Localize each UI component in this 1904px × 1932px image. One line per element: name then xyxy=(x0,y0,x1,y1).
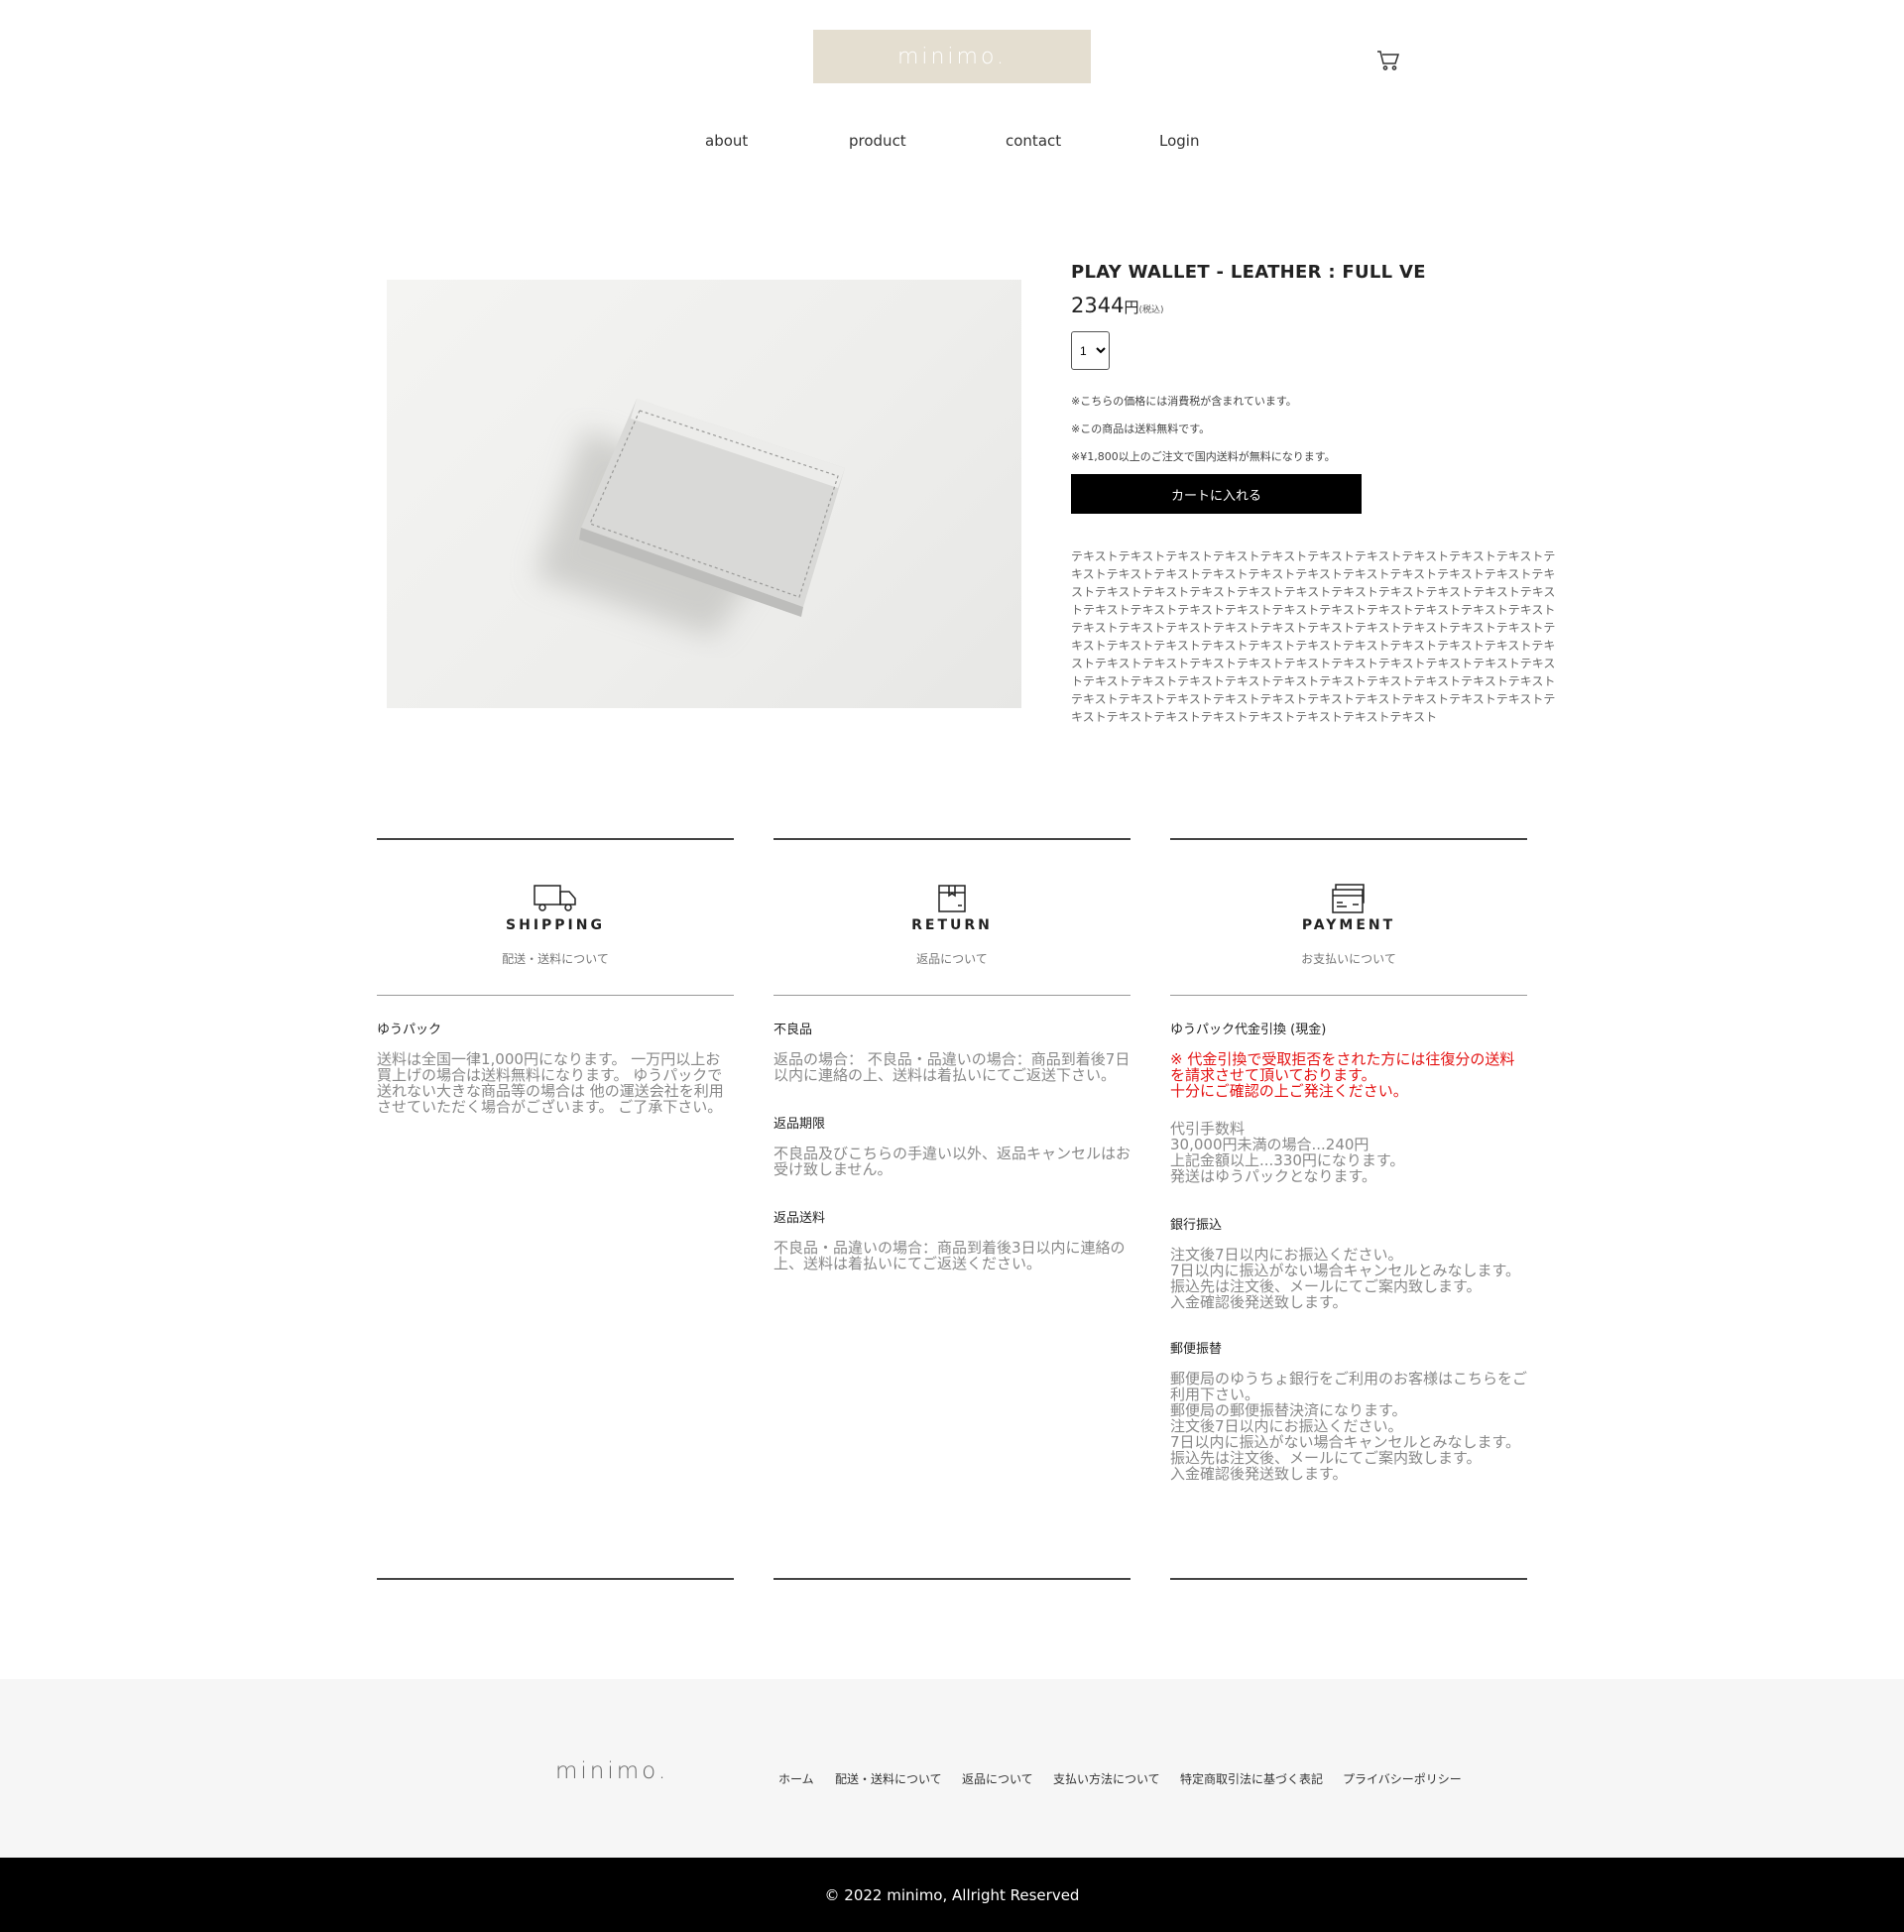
divider xyxy=(774,838,1130,840)
footer-link-payment[interactable]: 支払い方法について xyxy=(1053,1770,1160,1787)
footer-link-privacy[interactable]: プライバシーポリシー xyxy=(1343,1770,1462,1787)
nav-login[interactable]: Login xyxy=(1159,132,1199,150)
bank-text: 注文後7日以内にお振込ください。 7日以内に振込がない場合キャンセルとみなします… xyxy=(1170,1246,1521,1311)
footer-link-legal[interactable]: 特定商取引法に基づく表記 xyxy=(1180,1770,1323,1787)
return-item-title: 返品送料 xyxy=(774,1211,826,1226)
divider xyxy=(774,995,1130,996)
box-icon xyxy=(938,885,966,912)
main-nav: about product contact Login xyxy=(0,132,1904,156)
product-title: PLAY WALLET - LEATHER : FULL VE xyxy=(1071,262,1426,283)
shipping-body: ゆうパック 送料は全国一律1,000円になります。 一万円以上お買上げの場合は送… xyxy=(377,1019,734,1145)
return-item-text: 不良品及びこちらの手違い以外、返品キャンセルはお受け致しません。 xyxy=(774,1145,1131,1178)
cart-icon[interactable] xyxy=(1376,50,1400,71)
cod-warning: ※ 代金引換で受取拒否をされた方には往復分の送料を請求させて頂いております。 十… xyxy=(1170,1050,1515,1100)
return-item-text: 不良品・品違いの場合：商品到着後3日以内に連絡の上、送料は着払いにてご返送くださ… xyxy=(774,1239,1126,1272)
cod-title: ゆうパック代金引換 (現金) xyxy=(1170,1023,1327,1037)
return-item-title: 返品期限 xyxy=(774,1117,826,1132)
logo[interactable]: minimo. xyxy=(813,30,1091,83)
nav-about[interactable]: about xyxy=(705,132,748,150)
nav-product[interactable]: product xyxy=(849,132,906,150)
quantity-select[interactable]: 1 xyxy=(1071,331,1110,370)
truck-icon xyxy=(534,885,576,911)
footer-link-returns[interactable]: 返品について xyxy=(962,1770,1033,1787)
divider xyxy=(377,995,734,996)
bank-title: 銀行振込 xyxy=(1170,1218,1223,1233)
shipping-note: ※この商品は送料無料です。 xyxy=(1071,423,1211,435)
product-description: テキストテキストテキストテキストテキストテキストテキストテキストテキストテキスト… xyxy=(1071,549,1556,724)
return-item-title: 不良品 xyxy=(774,1023,813,1037)
nav-contact[interactable]: contact xyxy=(1006,132,1061,150)
postal-title: 郵便振替 xyxy=(1170,1342,1223,1357)
footer-link-shipping[interactable]: 配送・送料について xyxy=(835,1770,942,1787)
payment-body: ゆうパック代金引換 (現金) ※ 代金引換で受取拒否をされた方には往復分の送料を… xyxy=(1170,1019,1527,1511)
shipping-heading: SHIPPING xyxy=(506,917,605,933)
divider xyxy=(377,838,734,840)
divider xyxy=(1170,995,1527,996)
footer-link-home[interactable]: ホーム xyxy=(778,1770,814,1787)
return-subtitle: 返品について xyxy=(916,952,988,966)
return-heading: RETURN xyxy=(911,917,993,933)
payment-subtitle: お支払いについて xyxy=(1301,952,1396,966)
product-image xyxy=(387,280,1021,708)
divider xyxy=(1170,838,1527,840)
free-shipping-note: ※¥1,800以上のご注文で国内送料が無料になります。 xyxy=(1071,450,1336,463)
price-currency: 円 xyxy=(1124,299,1139,316)
price-value: 2344 xyxy=(1071,294,1125,317)
divider xyxy=(1170,1578,1527,1580)
shipping-subtitle: 配送・送料について xyxy=(502,952,609,966)
postal-text: 郵便局のゆうちょ銀行をご利用のお客様はこちらをご利用下さい。 郵便局の郵便振替決… xyxy=(1170,1370,1528,1483)
shipping-item-text: 送料は全国一律1,000円になります。 一万円以上お買上げの場合は送料無料になり… xyxy=(377,1050,724,1116)
payment-heading: PAYMENT xyxy=(1301,917,1396,933)
divider xyxy=(774,1578,1130,1580)
shipping-item-title: ゆうパック xyxy=(377,1023,442,1037)
footer: minimo. ホーム 配送・送料について 返品について 支払い方法について 特… xyxy=(0,1679,1904,1858)
footer-links: ホーム 配送・送料について 返品について 支払い方法について 特定商取引法に基づ… xyxy=(0,1770,1904,1790)
logo-text: minimo. xyxy=(896,44,1008,69)
return-body: 不良品 返品の場合： 不良品・品違いの場合：商品到着後7日以内に連絡の上、送料は… xyxy=(774,1019,1130,1301)
price-tax-label: (税込) xyxy=(1138,305,1164,315)
credit-card-icon xyxy=(1332,884,1365,913)
divider xyxy=(377,1578,734,1580)
cod-text: 代引手数料 30,000円未満の場合...240円 上記金額以上...330円に… xyxy=(1170,1120,1405,1185)
copyright: © 2022 minimo, Allright Reserved xyxy=(0,1858,1904,1932)
return-item-text: 返品の場合： 不良品・品違いの場合：商品到着後7日以内に連絡の上、送料は着払いに… xyxy=(774,1050,1130,1084)
add-to-cart-button[interactable]: カートに入れる xyxy=(1071,474,1362,514)
tax-note: ※こちらの価格には消費税が含まれています。 xyxy=(1071,395,1297,408)
product-price: 2344円(税込) xyxy=(1071,294,1164,317)
